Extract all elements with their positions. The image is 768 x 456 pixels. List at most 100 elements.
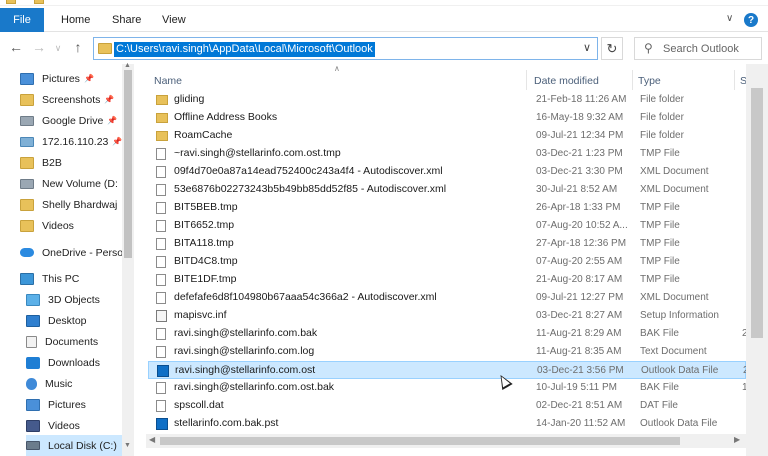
file-row[interactable]: BIT5BEB.tmp 26-Apr-18 1:33 PM TMP File [148, 199, 746, 217]
file-date: 03-Dec-21 3:30 PM [536, 166, 623, 177]
file-icon [156, 400, 166, 412]
column-divider[interactable] [734, 70, 735, 90]
music-icon [26, 377, 37, 390]
file-row[interactable]: Offline Address Books 16-May-18 9:32 AM … [148, 109, 746, 127]
file-type: TMP File [640, 238, 680, 249]
pin-icon: 📌 [107, 116, 118, 125]
file-row[interactable]: ravi.singh@stellarinfo.com.bak 11-Aug-21… [148, 325, 750, 343]
xml-file-icon [156, 184, 166, 196]
file-row[interactable]: spscoll.dat 02-Dec-21 8:51 AM DAT File [148, 397, 746, 415]
folder-icon [20, 93, 34, 106]
file-row[interactable]: ravi.singh@stellarinfo.com.ost.bak 10-Ju… [148, 379, 750, 397]
folder-icon [156, 113, 168, 123]
setup-file-icon [156, 310, 167, 322]
column-header-type[interactable]: Type [638, 70, 661, 92]
file-list-vertical-scrollbar[interactable] [746, 64, 768, 456]
scrollbar-thumb[interactable] [751, 88, 763, 338]
back-arrow-icon[interactable]: ← [8, 39, 24, 55]
column-header-name[interactable]: Name [154, 70, 182, 92]
folder-icon [156, 95, 168, 105]
recent-locations-chevron-icon[interactable]: ∨ [50, 43, 66, 54]
file-row[interactable]: ravi.singh@stellarinfo.com.log 11-Aug-21… [148, 343, 746, 361]
scroll-up-arrow-icon[interactable]: ▲ [124, 62, 131, 69]
folder-icon [20, 219, 34, 232]
nav-item-label: Downloads [48, 356, 100, 369]
file-name: spscoll.dat [174, 399, 224, 411]
scrollbar-thumb[interactable] [160, 437, 680, 445]
help-icon[interactable]: ? [744, 13, 758, 27]
pin-icon: 📌 [83, 74, 94, 83]
column-divider[interactable] [632, 70, 633, 90]
up-arrow-icon[interactable]: ↑ [70, 39, 86, 55]
file-list-horizontal-scrollbar[interactable]: ◀ ▶ [146, 434, 746, 448]
onedrive-cloud-icon [20, 248, 34, 257]
file-name: BIT5BEB.tmp [174, 201, 238, 213]
file-icon [156, 256, 166, 268]
file-row[interactable]: stellarinfo.com.bak.pst 14-Jan-20 11:52 … [148, 415, 746, 433]
file-row[interactable]: BIT6652.tmp 07-Aug-20 10:52 A... TMP Fil… [148, 217, 746, 235]
file-row[interactable]: gliding 21-Feb-18 11:26 AM File folder [148, 91, 746, 109]
file-name: defefafe6d8f104980b67aaa54c366a2 - Autod… [174, 291, 437, 303]
navigation-pane: Pictures 📌 Screenshots 📌 Google Drive 📌 … [0, 62, 134, 456]
file-type: TMP File [640, 274, 680, 285]
file-name: RoamCache [174, 129, 233, 141]
file-type: TMP File [640, 202, 680, 213]
pictures-icon [26, 398, 40, 411]
file-date: 03-Dec-21 3:56 PM [537, 365, 624, 376]
file-type: Text Document [640, 346, 707, 357]
file-row-selected[interactable]: ravi.singh@stellarinfo.com.ost 03-Dec-21… [148, 361, 751, 379]
file-type: File folder [640, 112, 684, 123]
tab-file[interactable]: File [0, 8, 44, 32]
file-row[interactable]: mapisvc.inf 03-Dec-21 8:27 AM Setup Info… [148, 307, 746, 325]
search-input[interactable] [663, 41, 759, 56]
drive-icon [20, 178, 34, 189]
file-row[interactable]: defefafe6d8f104980b67aaa54c366a2 - Autod… [148, 289, 746, 307]
forward-arrow-icon[interactable]: → [31, 39, 47, 55]
outlook-data-file-icon [157, 365, 169, 377]
scroll-down-arrow-icon[interactable]: ▼ [124, 442, 131, 449]
nav-item-label: Pictures [42, 72, 80, 85]
nav-item-label: Documents [45, 335, 99, 348]
scrollbar-thumb[interactable] [124, 70, 132, 258]
file-row[interactable]: 53e6876b02273243b5b49bb85dd52f85 - Autod… [148, 181, 746, 199]
network-drive-icon [20, 136, 34, 147]
scroll-left-arrow-icon[interactable]: ◀ [149, 435, 155, 444]
file-name: ravi.singh@stellarinfo.com.ost.bak [174, 381, 335, 393]
file-date: 03-Dec-21 8:27 AM [536, 310, 623, 321]
nav-item-local-disk[interactable]: Local Disk (C:) [26, 435, 122, 456]
tab-share[interactable]: Share [112, 8, 141, 32]
chevron-down-icon[interactable]: ∨ [583, 41, 591, 54]
file-row[interactable]: 09f4d70e0a87a14ead752400c243a4f4 - Autod… [148, 163, 746, 181]
nav-pane-scrollbar[interactable]: ▲ ▼ [122, 62, 134, 456]
refresh-button[interactable]: ↻ [601, 37, 623, 60]
nav-item-label: Google Drive [42, 114, 104, 127]
file-row[interactable]: ~ravi.singh@stellarinfo.com.ost.tmp 03-D… [148, 145, 746, 163]
nav-item-label: 3D Objects [48, 293, 100, 306]
folder-icon [34, 0, 44, 4]
file-row[interactable]: BITA118.tmp 27-Apr-18 12:36 PM TMP File [148, 235, 746, 253]
file-row[interactable]: RoamCache 09-Jul-21 12:34 PM File folder [148, 127, 746, 145]
nav-item-label: Desktop [48, 314, 87, 327]
file-row[interactable]: BITE1DF.tmp 21-Aug-20 8:17 AM TMP File [148, 271, 746, 289]
address-path[interactable]: C:\Users\ravi.singh\AppData\Local\Micros… [114, 42, 375, 57]
folder-icon [156, 131, 168, 141]
search-box[interactable]: ⚲ [634, 37, 762, 60]
address-bar[interactable]: C:\Users\ravi.singh\AppData\Local\Micros… [93, 37, 598, 60]
expand-ribbon-chevron-icon[interactable]: ∨ [726, 13, 733, 24]
tab-view[interactable]: View [162, 8, 186, 32]
column-header-date[interactable]: Date modified [534, 70, 599, 92]
scroll-right-arrow-icon[interactable]: ▶ [734, 435, 740, 444]
file-date: 11-Aug-21 8:29 AM [536, 328, 622, 339]
3d-objects-icon [26, 293, 40, 306]
file-row[interactable]: BITD4C8.tmp 07-Aug-20 2:55 AM TMP File [148, 253, 746, 271]
column-divider[interactable] [526, 70, 527, 90]
sort-ascending-icon: ∧ [334, 64, 340, 73]
folder-icon [6, 0, 16, 4]
file-name: ravi.singh@stellarinfo.com.bak [174, 327, 318, 339]
tab-home[interactable]: Home [61, 8, 90, 32]
file-type: File folder [640, 94, 684, 105]
file-list: ∧ Name Date modified Type Si gliding 21-… [146, 64, 768, 456]
file-icon [156, 328, 166, 340]
file-icon [156, 382, 166, 394]
file-type: Setup Information [640, 310, 719, 321]
